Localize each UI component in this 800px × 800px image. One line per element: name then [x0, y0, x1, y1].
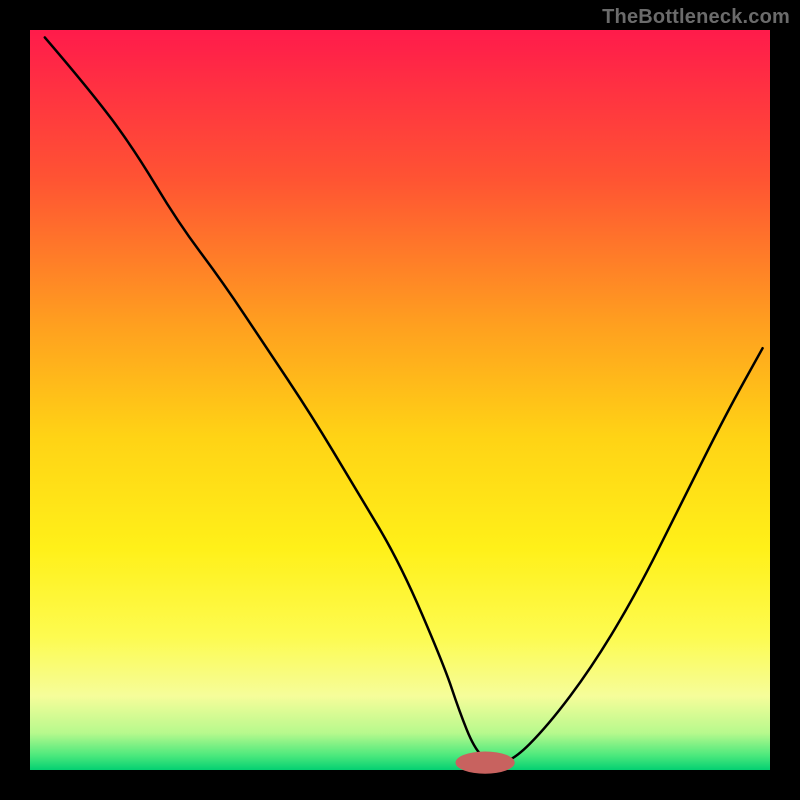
bottleneck-chart: [0, 0, 800, 800]
chart-frame: TheBottleneck.com: [0, 0, 800, 800]
plot-background: [30, 30, 770, 770]
optimal-marker: [456, 752, 515, 774]
